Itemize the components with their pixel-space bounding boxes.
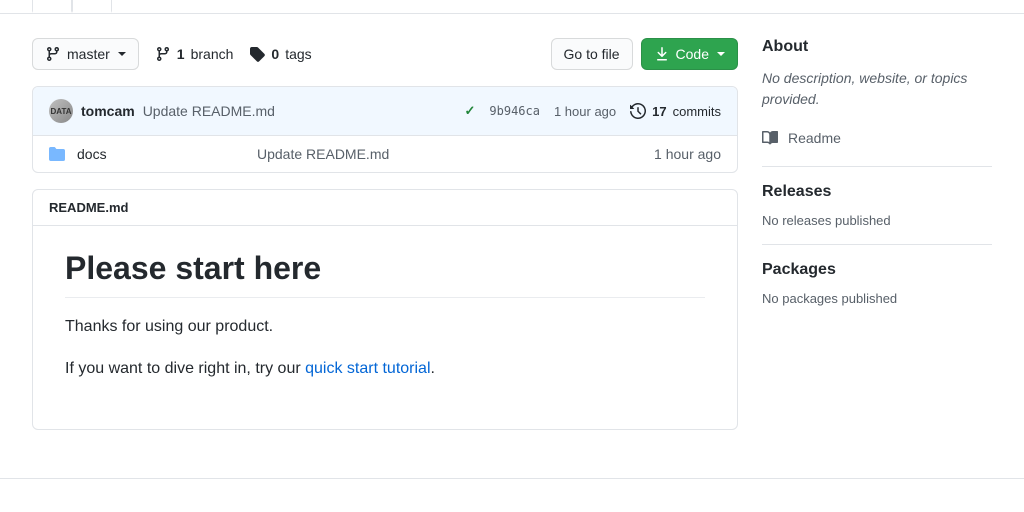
packages-section: Packages No packages published	[762, 244, 992, 306]
branch-name: master	[67, 44, 110, 64]
footer-divider	[0, 478, 1024, 479]
tags-count: 0	[271, 46, 279, 62]
about-description: No description, website, or topics provi…	[762, 68, 992, 110]
packages-text: No packages published	[762, 291, 992, 306]
commit-sha-link[interactable]: 9b946ca	[489, 104, 540, 118]
main-column: master 1 branch 0 tags Go to file	[32, 38, 738, 430]
book-icon	[762, 130, 778, 146]
readme-box: README.md Please start here Thanks for u…	[32, 189, 738, 430]
file-name-link[interactable]: docs	[77, 146, 107, 162]
tag-icon	[249, 46, 265, 62]
file-commit-msg-link[interactable]: Update README.md	[257, 146, 389, 162]
git-branch-icon	[155, 46, 171, 62]
file-row: docs Update README.md 1 hour ago	[33, 136, 737, 172]
readme-filename[interactable]: README.md	[33, 190, 737, 226]
commit-author-link[interactable]: tomcam	[81, 103, 135, 119]
readme-p1: Thanks for using our product.	[65, 314, 705, 340]
repo-toolbar: master 1 branch 0 tags Go to file	[32, 38, 738, 70]
tags-label: tags	[285, 46, 311, 62]
branch-select-button[interactable]: master	[32, 38, 139, 70]
git-branch-icon	[45, 46, 61, 62]
tags-link[interactable]: 0 tags	[249, 46, 311, 62]
avatar[interactable]: DATA	[49, 99, 73, 123]
branches-label: branch	[191, 46, 234, 62]
branches-link[interactable]: 1 branch	[155, 46, 234, 62]
folder-icon	[49, 146, 65, 162]
latest-commit-bar: DATA tomcam Update README.md ✓ 9b946ca 1…	[33, 87, 737, 136]
history-icon	[630, 103, 646, 119]
go-to-file-button[interactable]: Go to file	[551, 38, 633, 70]
releases-text: No releases published	[762, 213, 992, 228]
code-download-button[interactable]: Code	[641, 38, 738, 70]
readme-p2: If you want to dive right in, try our qu…	[65, 356, 705, 382]
readme-content: Please start here Thanks for using our p…	[33, 226, 737, 429]
commits-link[interactable]: 17 commits	[630, 103, 721, 119]
commit-time: 1 hour ago	[554, 104, 616, 119]
file-navigation-box: DATA tomcam Update README.md ✓ 9b946ca 1…	[32, 86, 738, 173]
check-icon[interactable]: ✓	[464, 103, 475, 119]
commit-message-link[interactable]: Update README.md	[143, 103, 275, 119]
file-time: 1 hour ago	[654, 146, 721, 162]
sidebar: About No description, website, or topics…	[762, 38, 992, 430]
caret-down-icon	[717, 52, 725, 56]
commits-count: 17	[652, 104, 666, 119]
releases-heading: Releases	[762, 183, 992, 201]
commits-label: commits	[673, 104, 721, 119]
readme-link[interactable]: Readme	[762, 126, 992, 150]
branches-count: 1	[177, 46, 185, 62]
download-icon	[654, 46, 670, 62]
caret-down-icon	[118, 52, 126, 56]
packages-heading: Packages	[762, 261, 992, 279]
tab-stub-row	[0, 0, 1024, 14]
readme-heading: Please start here	[65, 250, 705, 298]
quick-start-link[interactable]: quick start tutorial	[305, 360, 430, 377]
about-heading: About	[762, 38, 992, 56]
releases-section: Releases No releases published	[762, 166, 992, 228]
